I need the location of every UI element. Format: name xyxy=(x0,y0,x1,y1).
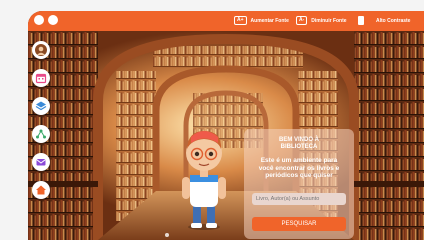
app-window: A+ Aumentar Fonte A- Diminuir Fonte Alto… xyxy=(28,11,424,240)
increase-font-label: Aumentar Fonte xyxy=(250,17,289,24)
sidebar-item-messages[interactable] xyxy=(32,153,50,171)
carousel-dot[interactable] xyxy=(165,233,169,237)
panel-title-line2: BIBLIOTECA xyxy=(280,144,318,150)
sidebar-item-network[interactable] xyxy=(32,125,50,143)
increase-font-button[interactable]: A+ Aumentar Fonte xyxy=(234,16,289,25)
sidebar-item-collections[interactable] xyxy=(32,97,50,115)
decrease-font-button[interactable]: A- Diminuir Fonte xyxy=(296,16,347,25)
layers-icon xyxy=(35,101,47,111)
increase-font-icon: A+ xyxy=(234,16,247,25)
mascot-character xyxy=(182,131,226,230)
panel-description: Este é um ambiente para você encontrar o… xyxy=(258,157,340,179)
search-button[interactable]: PESQUISAR xyxy=(252,217,346,231)
mail-icon xyxy=(36,159,46,166)
avatar-icon xyxy=(35,44,47,56)
search-input[interactable] xyxy=(252,193,346,205)
sidebar-nav xyxy=(32,41,50,199)
high-contrast-button[interactable]: Alto Contraste xyxy=(358,16,410,25)
settings-icon[interactable] xyxy=(34,15,44,25)
accessibility-bar: A+ Aumentar Fonte A- Diminuir Fonte Alto… xyxy=(28,11,424,31)
decrease-font-label: Diminuir Fonte xyxy=(311,17,347,24)
network-icon xyxy=(36,129,46,139)
panel-title: BEM VINDO À BIBLIOTECA xyxy=(244,137,354,151)
decrease-font-icon: A- xyxy=(296,16,308,25)
sidebar-item-home[interactable] xyxy=(32,181,50,199)
high-contrast-label: Alto Contraste xyxy=(376,17,411,24)
welcome-panel: BEM VINDO À BIBLIOTECA Este é um ambient… xyxy=(244,129,354,239)
home-icon xyxy=(36,185,46,195)
power-icon[interactable] xyxy=(48,15,58,25)
sidebar-item-profile[interactable] xyxy=(32,41,50,59)
calendar-icon xyxy=(35,73,47,84)
contrast-icon xyxy=(358,16,364,25)
panel-title-line1: BEM VINDO À xyxy=(278,137,319,143)
sidebar-item-calendar[interactable] xyxy=(32,69,50,87)
